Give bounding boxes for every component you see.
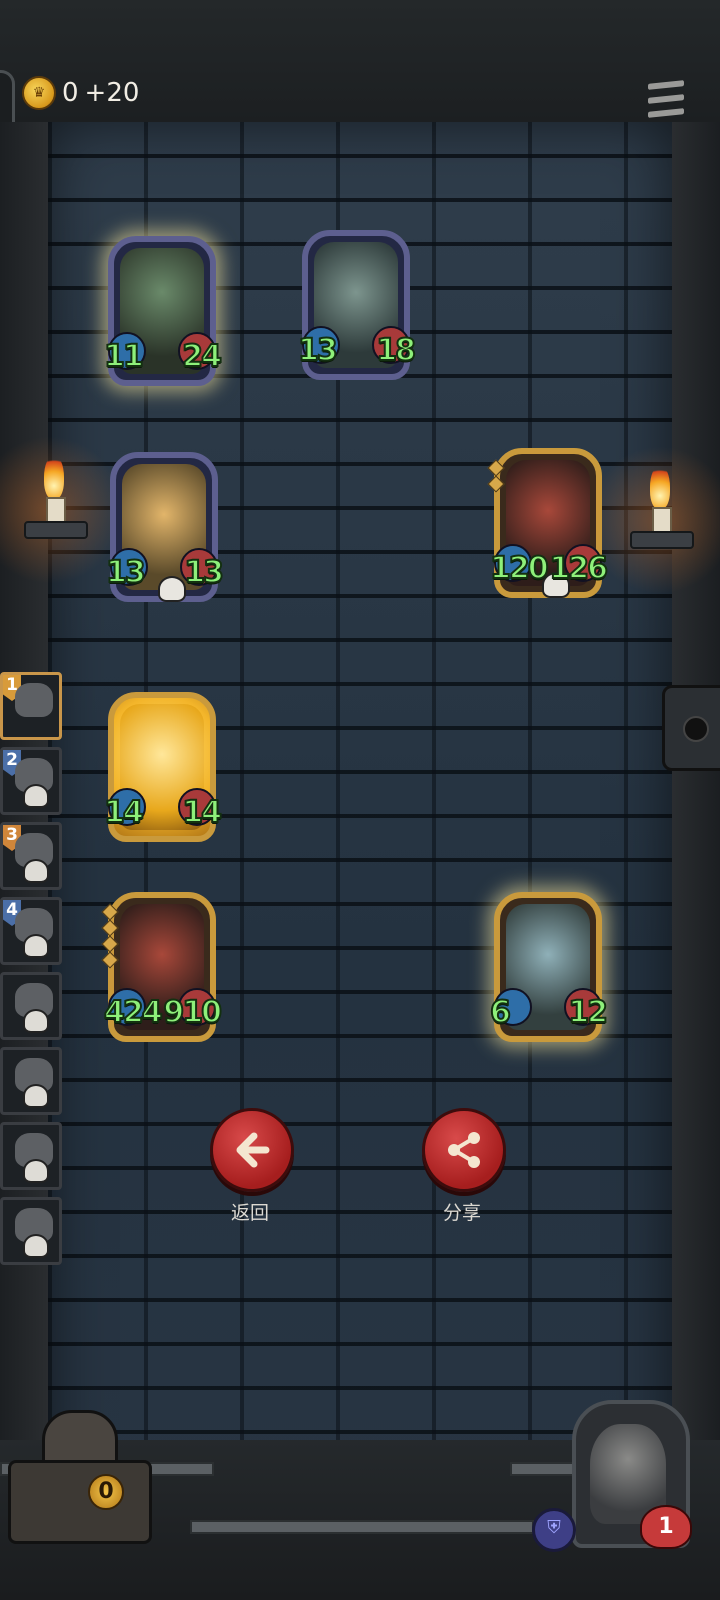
shield-icon: ⛨ — [532, 1508, 576, 1552]
health-value: 24 — [181, 338, 223, 375]
attack-value: 6 — [489, 994, 512, 1031]
attack-value: 120 — [489, 550, 550, 587]
tier-icon — [487, 459, 505, 493]
health-value: 14 — [181, 794, 223, 831]
door-icon — [662, 685, 720, 771]
red-dragon-card-2[interactable]: 424 910 — [101, 892, 223, 1042]
rank-slot-7[interactable] — [0, 1122, 62, 1190]
back-label: 返回 — [230, 1202, 269, 1224]
skull-icon — [23, 859, 49, 883]
top-bar: ♛ 0 +20 — [0, 0, 720, 186]
hamburger-menu-icon[interactable] — [648, 80, 684, 118]
attack-value: 424 — [103, 994, 164, 1031]
attack-value: 14 — [103, 794, 145, 831]
shop-button[interactable]: 0 — [8, 1410, 152, 1544]
horned-elf-card[interactable]: 11 24 — [103, 236, 223, 386]
health-value: 18 — [375, 332, 417, 369]
attack-value: 13 — [105, 554, 147, 591]
gold-bonus: +20 — [84, 78, 140, 108]
skull-icon — [23, 1084, 49, 1108]
crown-coin-icon: ♛ — [22, 76, 56, 110]
rank-slot-1[interactable]: 1 — [0, 672, 62, 740]
skull-icon — [23, 1234, 49, 1258]
rank-slot-4[interactable]: 4 — [0, 897, 62, 965]
health-value: 126 — [548, 550, 609, 587]
skull-icon — [23, 1009, 49, 1033]
puppet-boy-card[interactable]: 13 13 — [105, 452, 225, 602]
torch-left-icon — [24, 455, 88, 555]
arrow-left-icon — [236, 1132, 270, 1168]
shop-coin-count: 0 — [88, 1474, 124, 1510]
skull-icon — [158, 576, 186, 602]
back-button[interactable] — [210, 1108, 294, 1192]
opponent-avatar — [15, 683, 53, 717]
share-icon — [448, 1132, 480, 1168]
rank-slot-8[interactable] — [0, 1197, 62, 1265]
tier-icon — [101, 903, 119, 969]
share-button[interactable] — [422, 1108, 506, 1192]
skull-icon — [23, 934, 49, 958]
furry-beast-card[interactable]: 6 12 — [489, 892, 609, 1042]
skull-icon — [23, 784, 49, 808]
golden-figure-card[interactable]: 14 14 — [103, 692, 223, 842]
skull-icon — [23, 1159, 49, 1183]
rank-slot-5[interactable] — [0, 972, 62, 1040]
gold-value: 0 — [62, 78, 79, 108]
health-value: 13 — [183, 554, 225, 591]
attack-value: 13 — [297, 332, 339, 369]
shop-base — [8, 1460, 152, 1544]
pipe-decoration — [190, 1520, 534, 1534]
health-value: 12 — [567, 994, 609, 1031]
health-value: 910 — [162, 994, 223, 1031]
right-wall — [672, 122, 720, 1522]
attack-value: 11 — [103, 338, 145, 375]
red-dragon-card-1[interactable]: 120 126 — [487, 448, 609, 598]
gold-counter: ♛ 0 +20 — [22, 76, 139, 110]
torch-right-icon — [630, 465, 694, 565]
share-label: 分享 — [442, 1202, 481, 1224]
ranking-list: 1 2 3 4 — [0, 672, 68, 1272]
rank-slot-2[interactable]: 2 — [0, 747, 62, 815]
fish-brute-card[interactable]: 13 18 — [297, 230, 417, 380]
hero-health: 1 — [640, 1505, 692, 1549]
rank-slot-6[interactable] — [0, 1047, 62, 1115]
rank-slot-3[interactable]: 3 — [0, 822, 62, 890]
